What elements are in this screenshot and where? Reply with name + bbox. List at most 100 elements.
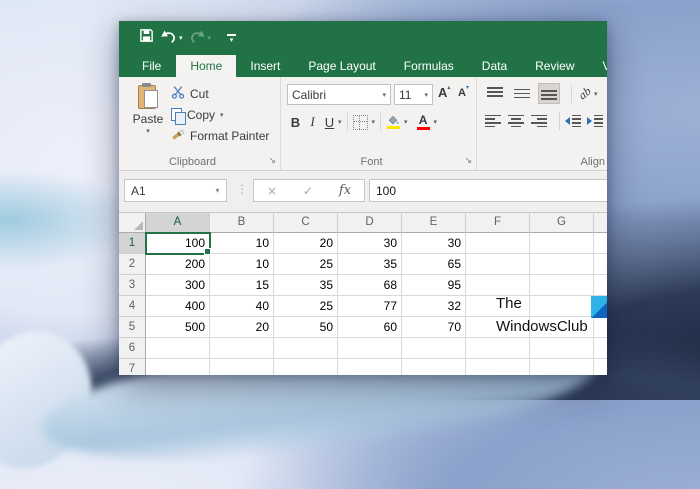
- cell-D3[interactable]: 68: [338, 275, 402, 296]
- row-header-3[interactable]: 3: [119, 275, 146, 296]
- cell-C5[interactable]: 50: [274, 317, 338, 338]
- fill-color-caret[interactable]: ▾: [404, 118, 408, 126]
- cell-x6[interactable]: [594, 338, 607, 359]
- cell-F7[interactable]: [466, 359, 530, 375]
- cell-E4[interactable]: 32: [402, 296, 466, 317]
- cell-G6[interactable]: [530, 338, 594, 359]
- tab-view[interactable]: View: [589, 55, 608, 77]
- column-header-g[interactable]: G: [530, 213, 594, 233]
- cell-D4[interactable]: 77: [338, 296, 402, 317]
- row-header-1[interactable]: 1: [119, 233, 146, 254]
- align-right-button[interactable]: [531, 115, 547, 128]
- fill-color-button[interactable]: [386, 115, 400, 129]
- tab-file[interactable]: File: [127, 55, 176, 77]
- cell-x2[interactable]: [594, 254, 607, 275]
- customize-quick-access-toolbar-button[interactable]: ▾: [224, 25, 239, 51]
- column-header-d[interactable]: D: [338, 213, 402, 233]
- cell-F6[interactable]: [466, 338, 530, 359]
- copy-dropdown-caret[interactable]: ▾: [220, 111, 224, 119]
- underline-button[interactable]: U: [321, 115, 338, 130]
- cell-E3[interactable]: 95: [402, 275, 466, 296]
- cell-G3[interactable]: [530, 275, 594, 296]
- tab-data[interactable]: Data: [468, 55, 521, 77]
- select-all-button[interactable]: [119, 213, 146, 233]
- cell-C2[interactable]: 25: [274, 254, 338, 275]
- increase-indent-button[interactable]: [587, 115, 603, 128]
- clipboard-dialog-launcher[interactable]: ↘: [268, 157, 276, 166]
- row-header-4[interactable]: 4: [119, 296, 146, 317]
- cell-G2[interactable]: [530, 254, 594, 275]
- column-header-c[interactable]: C: [274, 213, 338, 233]
- tab-home[interactable]: Home: [176, 55, 236, 77]
- row-header-7[interactable]: 7: [119, 359, 146, 375]
- bold-button[interactable]: B: [287, 115, 304, 130]
- insert-function-button[interactable]: fx: [339, 183, 351, 198]
- cell-D7[interactable]: [338, 359, 402, 375]
- align-left-button[interactable]: [485, 115, 501, 128]
- undo-button[interactable]: ▾: [157, 25, 186, 51]
- italic-button[interactable]: I: [304, 114, 321, 130]
- underline-dropdown-caret[interactable]: ▾: [338, 118, 342, 126]
- cell-F1[interactable]: [466, 233, 530, 254]
- cell-E1[interactable]: 30: [402, 233, 466, 254]
- tab-page-layout[interactable]: Page Layout: [294, 55, 389, 77]
- cell-E7[interactable]: [402, 359, 466, 375]
- cell-C1[interactable]: 20: [274, 233, 338, 254]
- cell-A5[interactable]: 500: [146, 317, 210, 338]
- column-header-a[interactable]: A: [146, 213, 210, 233]
- cell-E2[interactable]: 65: [402, 254, 466, 275]
- name-box[interactable]: A1 ▾: [124, 179, 227, 202]
- orientation-button[interactable]: ab ▾: [579, 86, 598, 101]
- cancel-button[interactable]: ×: [267, 184, 277, 198]
- cell-B4[interactable]: 40: [210, 296, 274, 317]
- cell-A2[interactable]: 200: [146, 254, 210, 275]
- cell-x7[interactable]: [594, 359, 607, 375]
- cell-B2[interactable]: 10: [210, 254, 274, 275]
- cell-C3[interactable]: 35: [274, 275, 338, 296]
- undo-dropdown-caret[interactable]: ▾: [179, 34, 183, 42]
- cell-A4[interactable]: 400: [146, 296, 210, 317]
- column-header-e[interactable]: E: [402, 213, 466, 233]
- fill-handle[interactable]: [204, 248, 211, 255]
- tab-review[interactable]: Review: [521, 55, 588, 77]
- format-painter-button[interactable]: Format Painter: [171, 125, 269, 146]
- font-size-combobox[interactable]: 11 ▾: [394, 84, 433, 105]
- cell-B1[interactable]: 10: [210, 233, 274, 254]
- shrink-font-button[interactable]: A ▾: [458, 84, 469, 105]
- cell-C6[interactable]: [274, 338, 338, 359]
- cell-D2[interactable]: 35: [338, 254, 402, 275]
- cut-button[interactable]: Cut: [171, 83, 269, 104]
- middle-align-button[interactable]: [512, 84, 532, 103]
- cell-D5[interactable]: 60: [338, 317, 402, 338]
- cell-D1[interactable]: 30: [338, 233, 402, 254]
- row-header-2[interactable]: 2: [119, 254, 146, 275]
- column-header-clipped[interactable]: [594, 213, 607, 233]
- cell-D6[interactable]: [338, 338, 402, 359]
- font-color-button[interactable]: A: [417, 115, 430, 130]
- top-align-button[interactable]: [485, 84, 505, 103]
- column-header-f[interactable]: F: [466, 213, 530, 233]
- borders-dropdown-caret[interactable]: ▾: [372, 118, 376, 126]
- cell-A1-selected[interactable]: 100: [146, 233, 210, 254]
- tab-formulas[interactable]: Formulas: [390, 55, 468, 77]
- decrease-indent-button[interactable]: [565, 115, 581, 128]
- cell-G7[interactable]: [530, 359, 594, 375]
- font-dialog-launcher[interactable]: ↘: [464, 157, 472, 166]
- cell-C7[interactable]: [274, 359, 338, 375]
- cell-E6[interactable]: [402, 338, 466, 359]
- redo-button-disabled[interactable]: ▾: [186, 25, 215, 51]
- cell-F2[interactable]: [466, 254, 530, 275]
- font-name-combobox[interactable]: Calibri ▾: [287, 84, 391, 105]
- formula-input[interactable]: 100: [369, 179, 607, 202]
- cell-A6[interactable]: [146, 338, 210, 359]
- enter-button[interactable]: ✓: [303, 184, 313, 198]
- row-header-5[interactable]: 5: [119, 317, 146, 338]
- formula-bar-separator-icon[interactable]: ⋮: [236, 182, 248, 196]
- paste-dropdown-caret[interactable]: ▾: [146, 127, 150, 135]
- name-box-caret[interactable]: ▾: [209, 186, 226, 195]
- grow-font-button[interactable]: A ▴: [438, 84, 450, 105]
- row-header-6[interactable]: 6: [119, 338, 146, 359]
- cell-A3[interactable]: 300: [146, 275, 210, 296]
- cell-x1[interactable]: [594, 233, 607, 254]
- cell-G1[interactable]: [530, 233, 594, 254]
